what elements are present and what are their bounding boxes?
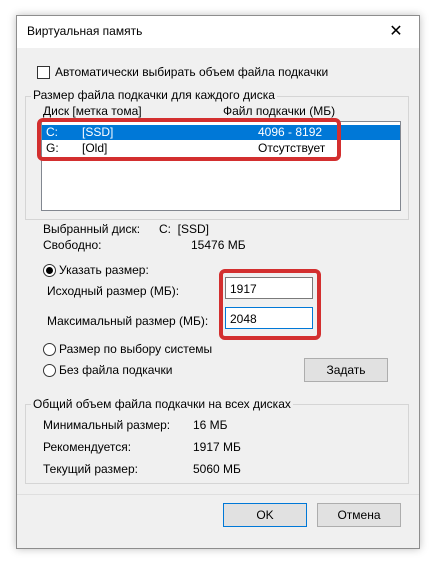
- current-size-label: Текущий размер:: [43, 462, 138, 476]
- system-size-radio[interactable]: [43, 343, 56, 356]
- system-size-label: Размер по выбору системы: [59, 342, 213, 356]
- free-space-value: 15476 МБ: [191, 238, 246, 252]
- auto-manage-checkbox[interactable]: [37, 66, 50, 79]
- disk-column-header: Диск [метка тома]: [43, 104, 142, 118]
- window-title: Виртуальная память: [27, 24, 143, 38]
- ok-button[interactable]: OK: [223, 503, 307, 527]
- custom-size-radio[interactable]: [43, 264, 56, 277]
- total-group-label: Общий объем файла подкачки на всех диска…: [31, 397, 293, 411]
- free-space-label: Свободно:: [43, 238, 102, 252]
- selected-drive-value: C: [SSD]: [159, 222, 210, 236]
- no-pagefile-label: Без файла подкачки: [59, 363, 173, 377]
- recommended-value: 1917 МБ: [193, 440, 241, 454]
- selected-drive-label: Выбранный диск:: [43, 222, 141, 236]
- footer-divider: [17, 494, 419, 495]
- no-pagefile-radio[interactable]: [43, 364, 56, 377]
- current-size-value: 5060 МБ: [193, 462, 241, 476]
- recommended-label: Рекомендуется:: [43, 440, 132, 454]
- title-bar: Виртуальная память ✕: [17, 16, 419, 48]
- min-size-value: 16 МБ: [193, 418, 228, 432]
- drives-highlight-box: [37, 118, 341, 161]
- close-icon[interactable]: ✕: [373, 16, 419, 48]
- size-inputs-highlight-box: [219, 269, 321, 340]
- custom-size-label: Указать размер:: [59, 263, 149, 277]
- max-size-label: Максимальный размер (МБ):: [47, 314, 209, 328]
- drives-group-label: Размер файла подкачки для каждого диска: [31, 88, 277, 102]
- virtual-memory-dialog: Виртуальная память ✕ Автоматически выбир…: [16, 15, 420, 549]
- cancel-button[interactable]: Отмена: [317, 503, 401, 527]
- set-button[interactable]: Задать: [304, 358, 388, 382]
- initial-size-label: Исходный размер (МБ):: [47, 284, 180, 298]
- auto-manage-label: Автоматически выбирать объем файла подка…: [55, 65, 329, 79]
- pagefile-column-header: Файл подкачки (МБ): [223, 104, 336, 118]
- min-size-label: Минимальный размер:: [43, 418, 171, 432]
